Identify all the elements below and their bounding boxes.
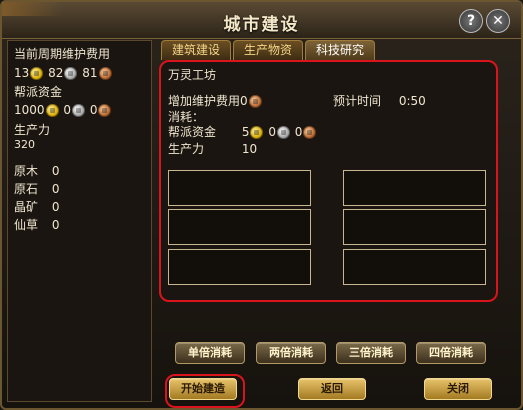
triple-cost-button[interactable]: 三倍消耗 bbox=[336, 342, 406, 364]
close-button[interactable]: 关闭 bbox=[424, 378, 492, 400]
maintenance-gold-value: 13 bbox=[14, 66, 30, 80]
add-maintenance-value: 0 bbox=[240, 94, 248, 108]
faction-info-panel: 当前周期维护费用 13 82 81 帮派资金 1000 0 0 生产力 320 … bbox=[7, 40, 152, 402]
back-button[interactable]: 返回 bbox=[298, 378, 366, 400]
productivity-cost-row: 生产力 10 bbox=[168, 140, 257, 157]
resource-value: 0 bbox=[51, 164, 60, 178]
time-value: 0:50 bbox=[398, 94, 426, 108]
maintenance-label: 当前周期维护费用 bbox=[14, 47, 111, 61]
start-construction-button[interactable]: 开始建造 bbox=[169, 378, 237, 400]
resource-name: 原石 bbox=[14, 182, 39, 196]
copper-coin-icon bbox=[98, 67, 112, 80]
tab-production-supplies[interactable]: 生产物资 bbox=[233, 40, 303, 60]
tab-tech-research[interactable]: 科技研究 bbox=[305, 40, 375, 60]
gold-coin-icon bbox=[30, 67, 44, 80]
funds-cost-copper: 0 bbox=[294, 125, 303, 139]
material-slot[interactable] bbox=[168, 249, 311, 285]
resource-row: 原木 0 bbox=[14, 162, 59, 179]
building-detail-panel: 万灵工坊 增加维护费用0 预计时间 0:50 消耗： 帮派资金 5 0 0 生产… bbox=[159, 60, 498, 302]
funds-cost-gold: 5 bbox=[241, 125, 250, 139]
silver-coin-icon bbox=[64, 67, 78, 80]
productivity-value: 320 bbox=[14, 138, 35, 151]
material-slot[interactable] bbox=[168, 209, 311, 245]
maintenance-cost-row: 13 82 81 bbox=[14, 66, 113, 80]
silver-coin-icon bbox=[276, 126, 290, 139]
material-slot[interactable] bbox=[343, 209, 486, 245]
copper-coin-icon bbox=[98, 104, 112, 117]
quad-cost-button[interactable]: 四倍消耗 bbox=[416, 342, 486, 364]
time-label: 预计时间 bbox=[333, 94, 382, 108]
productivity-cost-value: 10 bbox=[241, 142, 258, 156]
tab-building-construction[interactable]: 建筑建设 bbox=[161, 40, 231, 60]
maintenance-silver-value: 82 bbox=[48, 66, 64, 80]
resource-row: 晶矿 0 bbox=[14, 198, 59, 215]
productivity-label: 生产力 bbox=[14, 123, 51, 137]
material-slot[interactable] bbox=[343, 249, 486, 285]
funds-cost-row: 帮派资金 5 0 0 bbox=[168, 123, 317, 140]
add-maintenance-row: 增加维护费用0 bbox=[168, 92, 263, 109]
copper-coin-icon bbox=[248, 95, 262, 108]
faction-funds-label: 帮派资金 bbox=[14, 85, 63, 99]
productivity-cost-label: 生产力 bbox=[168, 142, 205, 156]
building-name: 万灵工坊 bbox=[168, 68, 217, 82]
resource-name: 晶矿 bbox=[14, 200, 39, 214]
funds-cost-label: 帮派资金 bbox=[168, 125, 217, 139]
resource-value: 0 bbox=[51, 200, 60, 214]
funds-copper-value: 0 bbox=[89, 103, 98, 117]
double-cost-button[interactable]: 两倍消耗 bbox=[256, 342, 326, 364]
funds-gold-value: 1000 bbox=[14, 103, 45, 117]
silver-coin-icon bbox=[72, 104, 86, 117]
add-maintenance-label: 增加维护费用 bbox=[168, 94, 241, 108]
estimated-time-row: 预计时间 0:50 bbox=[333, 92, 426, 109]
funds-cost-silver: 0 bbox=[268, 125, 276, 139]
help-icon[interactable]: ? bbox=[459, 9, 483, 33]
gold-coin-icon bbox=[45, 104, 59, 117]
gold-coin-icon bbox=[250, 126, 264, 139]
material-slot[interactable] bbox=[168, 170, 311, 206]
faction-funds-row: 1000 0 0 bbox=[14, 103, 112, 117]
material-slot[interactable] bbox=[343, 170, 486, 206]
resource-name: 原木 bbox=[14, 164, 39, 178]
single-cost-button[interactable]: 单倍消耗 bbox=[175, 342, 245, 364]
resource-value: 0 bbox=[51, 218, 60, 232]
maintenance-copper-value: 81 bbox=[82, 66, 98, 80]
resource-value: 0 bbox=[51, 182, 60, 196]
title-bar[interactable]: 城市建设 ? ✕ bbox=[2, 2, 521, 39]
window-title: 城市建设 bbox=[223, 15, 300, 35]
resource-row: 原石 0 bbox=[14, 180, 59, 197]
resource-name: 仙草 bbox=[14, 218, 39, 232]
resource-row: 仙草 0 bbox=[14, 216, 59, 233]
close-icon[interactable]: ✕ bbox=[486, 9, 510, 33]
copper-coin-icon bbox=[303, 126, 317, 139]
funds-silver-value: 0 bbox=[63, 103, 72, 117]
